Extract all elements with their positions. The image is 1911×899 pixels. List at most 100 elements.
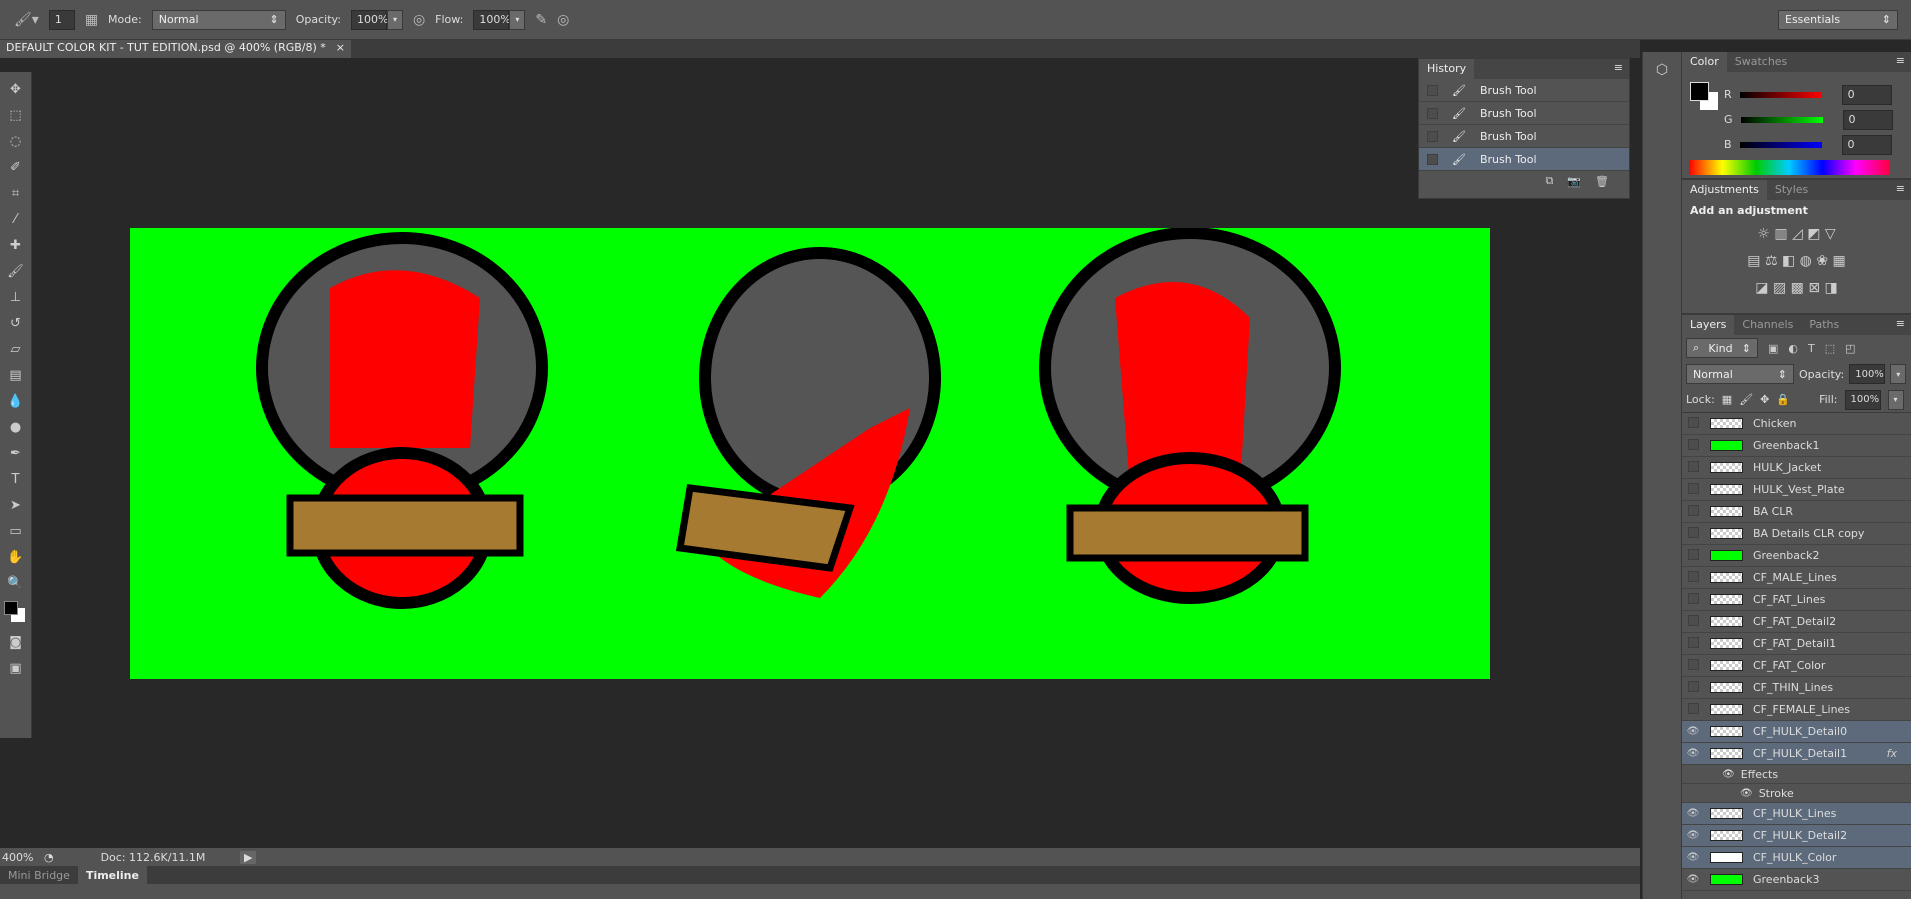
tab-channels[interactable]: Channels <box>1734 315 1801 335</box>
layer-name[interactable]: CF_HULK_Color <box>1753 851 1836 864</box>
layer-name[interactable]: CF_FAT_Detail1 <box>1753 637 1836 650</box>
layer-name[interactable]: CF_FEMALE_Lines <box>1753 703 1850 716</box>
selective-color-icon[interactable]: ⊠ <box>1808 280 1820 296</box>
quick-mask-icon[interactable]: ◙ <box>9 633 22 652</box>
snapshot-checkbox[interactable] <box>1427 130 1438 142</box>
visibility-toggle[interactable] <box>1682 614 1704 629</box>
layer-row[interactable]: 👁 CF_HULK_Detail0 <box>1682 721 1911 743</box>
brush-tool-icon[interactable]: 🖌▾ <box>14 12 39 28</box>
visibility-toggle[interactable] <box>1682 636 1704 651</box>
hand-tool-icon[interactable]: ✋ <box>7 548 23 567</box>
layer-row[interactable]: CF_FAT_Detail1 <box>1682 633 1911 655</box>
layer-name[interactable]: CF_FAT_Lines <box>1753 593 1825 606</box>
layer-row[interactable]: CF_FAT_Color <box>1682 655 1911 677</box>
hue-saturation-icon[interactable]: ▤ <box>1747 253 1760 269</box>
quick-select-tool-icon[interactable]: ✐ <box>10 158 21 177</box>
close-document-icon[interactable]: × <box>336 41 345 57</box>
crop-tool-icon[interactable]: ⌗ <box>12 184 19 203</box>
snapshot-checkbox[interactable] <box>1427 153 1438 165</box>
status-menu-arrow-icon[interactable]: ▶ <box>240 850 257 864</box>
layer-row[interactable]: 👁 CF_HULK_Color <box>1682 847 1911 869</box>
blue-slider[interactable] <box>1739 141 1822 148</box>
clone-stamp-tool-icon[interactable]: ⊥ <box>10 288 21 307</box>
history-item[interactable]: 🖌 Brush Tool <box>1419 102 1629 125</box>
eye-icon[interactable]: 👁 <box>1682 852 1704 863</box>
snapshot-checkbox[interactable] <box>1427 107 1438 119</box>
layer-name[interactable]: Greenback3 <box>1753 873 1819 886</box>
layer-name[interactable]: CF_HULK_Detail0 <box>1753 725 1847 738</box>
visibility-toggle[interactable] <box>1682 680 1704 695</box>
blue-value-input[interactable]: 0 <box>1841 134 1892 155</box>
layer-name[interactable]: Greenback2 <box>1753 549 1819 562</box>
panel-menu-icon[interactable]: ≡ <box>1890 315 1911 335</box>
layer-name[interactable]: HULK_Jacket <box>1753 461 1821 474</box>
gradient-tool-icon[interactable]: ▤ <box>9 366 21 385</box>
layer-name[interactable]: CF_MALE_Lines <box>1753 571 1837 584</box>
flow-input[interactable]: 100% <box>473 9 511 30</box>
filter-type-icon[interactable]: T <box>1808 342 1815 355</box>
eraser-tool-icon[interactable]: ▱ <box>11 340 21 359</box>
snapshot-camera-icon[interactable]: 📷 <box>1567 175 1581 188</box>
panel-menu-icon[interactable]: ≡ <box>1890 52 1911 72</box>
pen-tool-icon[interactable]: ✒ <box>10 444 21 463</box>
filter-pixel-icon[interactable]: ▣ <box>1768 342 1778 355</box>
tab-layers[interactable]: Layers <box>1682 315 1735 335</box>
visibility-toggle[interactable] <box>1682 526 1704 541</box>
green-slider[interactable] <box>1740 116 1823 123</box>
foreground-color-swatch[interactable] <box>1690 82 1709 101</box>
history-item[interactable]: 🖌 Brush Tool <box>1419 125 1629 148</box>
filter-shape-icon[interactable]: ⬚ <box>1825 342 1835 355</box>
red-slider[interactable] <box>1739 91 1822 98</box>
layer-name[interactable]: CF_FAT_Color <box>1753 659 1825 672</box>
filter-adjustment-icon[interactable]: ◐ <box>1788 342 1798 355</box>
lock-position-icon[interactable]: ✥ <box>1760 393 1769 406</box>
layer-name[interactable]: CF_FAT_Detail2 <box>1753 615 1836 628</box>
invert-icon[interactable]: ◪ <box>1755 280 1768 296</box>
layer-fill-input[interactable]: 100% <box>1844 389 1881 410</box>
posterize-icon[interactable]: ▨ <box>1773 280 1786 296</box>
lasso-tool-icon[interactable]: ◌ <box>10 132 21 151</box>
workspace-select[interactable]: Essentials ⇕ <box>1778 9 1898 30</box>
exposure-icon[interactable]: ◩ <box>1807 226 1820 242</box>
layer-row[interactable]: HULK_Vest_Plate <box>1682 479 1911 501</box>
brush-tool-icon[interactable]: 🖌 <box>7 262 24 281</box>
document-tab[interactable]: DEFAULT COLOR KIT - TUT EDITION.psd @ 40… <box>0 40 352 58</box>
flow-dropdown[interactable]: ▾ <box>509 9 526 30</box>
fill-dropdown[interactable]: ▾ <box>1887 389 1904 410</box>
gradient-map-icon[interactable]: ◨ <box>1825 280 1838 296</box>
layer-name[interactable]: Greenback1 <box>1753 439 1819 452</box>
layer-name[interactable]: CF_HULK_Detail2 <box>1753 829 1847 842</box>
layer-name[interactable]: CF_HULK_Lines <box>1753 807 1836 820</box>
visibility-toggle[interactable] <box>1682 592 1704 607</box>
layer-effects-fx-icon[interactable]: fx <box>1887 747 1897 760</box>
pressure-size-icon[interactable]: ◎ <box>557 12 569 28</box>
opacity-input[interactable]: 100% <box>350 9 388 30</box>
lock-image-icon[interactable]: 🖌 <box>1739 393 1753 406</box>
blur-tool-icon[interactable]: 💧 <box>7 392 23 411</box>
layer-name[interactable]: Chicken <box>1753 417 1796 430</box>
visibility-toggle[interactable] <box>1682 460 1704 475</box>
layer-row[interactable]: 👁 CF_HULK_Lines <box>1682 803 1911 825</box>
layer-opacity-input[interactable]: 100% <box>1849 364 1886 384</box>
layer-row[interactable]: CF_FAT_Detail2 <box>1682 611 1911 633</box>
channel-mixer-icon[interactable]: ❀ <box>1816 253 1828 269</box>
visibility-toggle[interactable] <box>1682 702 1704 717</box>
visibility-toggle[interactable] <box>1682 482 1704 497</box>
curves-icon[interactable]: ◿ <box>1792 226 1803 242</box>
layer-row[interactable]: 👁 CF_HULK_Detail1 fx <box>1682 743 1911 765</box>
layer-row[interactable]: CF_FEMALE_Lines <box>1682 699 1911 721</box>
brightness-icon[interactable]: ☼ <box>1757 226 1770 242</box>
eye-icon[interactable]: 👁 <box>1722 769 1735 780</box>
tab-styles[interactable]: Styles <box>1767 180 1816 200</box>
layer-row[interactable]: Chicken <box>1682 413 1911 435</box>
layer-row[interactable]: CF_FAT_Lines <box>1682 589 1911 611</box>
mode-select[interactable]: Normal ⇕ <box>151 9 286 30</box>
shape-tool-icon[interactable]: ▭ <box>9 522 21 541</box>
tab-swatches[interactable]: Swatches <box>1727 52 1796 72</box>
color-lookup-icon[interactable]: ▦ <box>1833 253 1846 269</box>
panel-menu-icon[interactable]: ≡ <box>1608 59 1629 79</box>
layer-row[interactable]: CF_THIN_Lines <box>1682 677 1911 699</box>
color-swatches[interactable] <box>3 600 29 626</box>
tab-paths[interactable]: Paths <box>1801 315 1847 335</box>
visibility-toggle[interactable] <box>1682 504 1704 519</box>
